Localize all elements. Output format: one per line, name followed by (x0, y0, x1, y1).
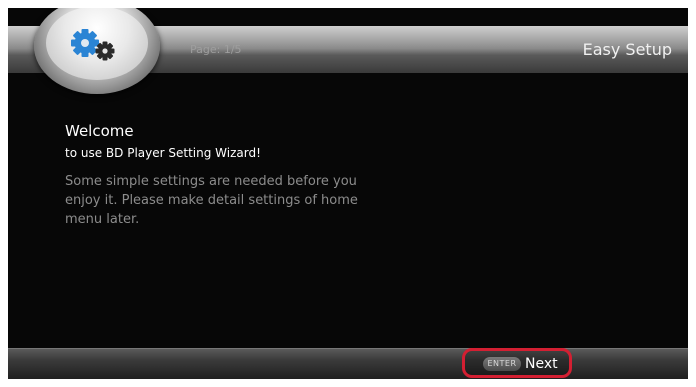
welcome-description: Some simple settings are needed before y… (65, 174, 358, 227)
footer-bar (8, 348, 688, 379)
welcome-panel: Welcome to use BD Player Setting Wizard!… (65, 121, 395, 229)
settings-orb (34, 8, 160, 94)
next-button[interactable]: ENTER Next (462, 348, 572, 378)
setup-screen: Page: 1/5 Easy Setup Welcome to use BD P… (8, 8, 688, 379)
gears-icon (71, 29, 115, 61)
welcome-subtitle: to use BD Player Setting Wizard! (65, 146, 261, 160)
page-title: Easy Setup (582, 40, 672, 59)
enter-key-icon: ENTER (483, 357, 521, 371)
next-label: Next (525, 356, 558, 372)
page-indicator: Page: 1/5 (190, 43, 242, 56)
welcome-heading: Welcome (65, 122, 134, 140)
